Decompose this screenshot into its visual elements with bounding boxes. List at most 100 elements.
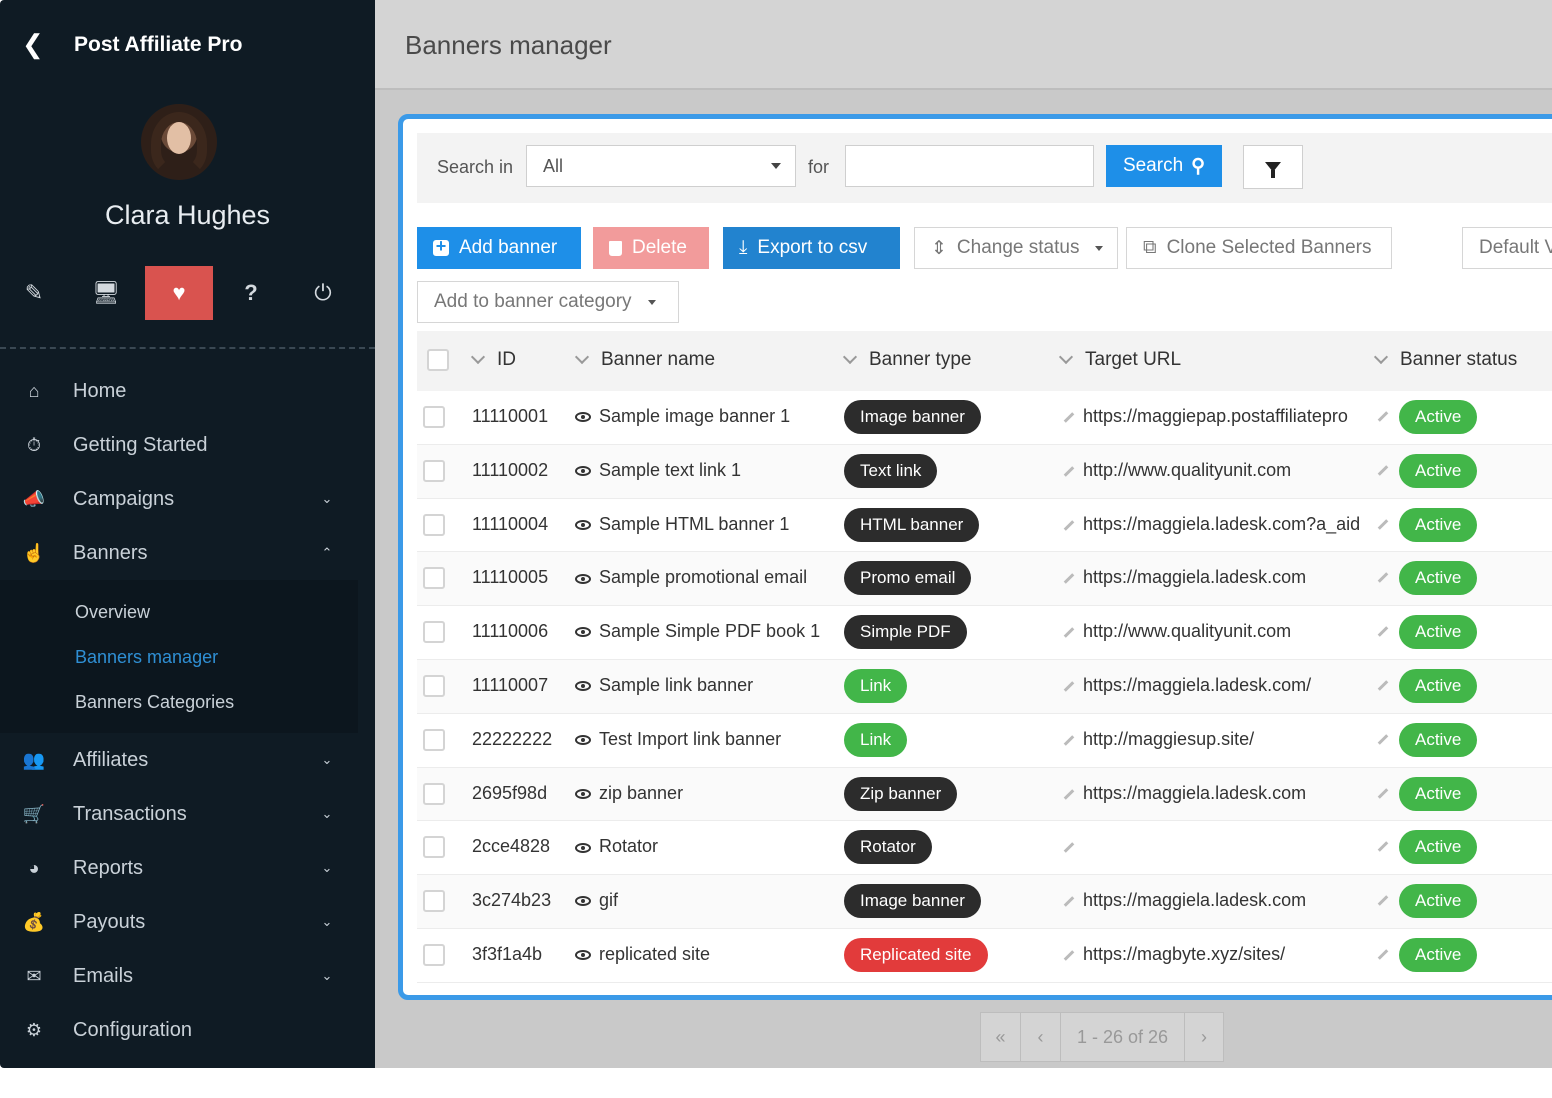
eye-icon[interactable]: [575, 412, 591, 423]
status-badge[interactable]: Active: [1399, 937, 1478, 972]
edit-url-icon[interactable]: [1063, 412, 1075, 423]
row-checkbox[interactable]: [423, 621, 445, 644]
add-banner-button[interactable]: Add banner: [417, 227, 581, 269]
search-button[interactable]: Search ⚲: [1106, 145, 1222, 187]
sidebar-subitem-overview[interactable]: Overview: [0, 590, 358, 635]
sidebar-item-configuration[interactable]: ⚙ Configuration: [0, 1003, 375, 1057]
row-checkbox[interactable]: [423, 728, 445, 751]
sidebar-item-payouts[interactable]: 💰 Payouts ⌄: [0, 895, 375, 949]
row-checkbox[interactable]: [423, 890, 445, 913]
select-all-checkbox[interactable]: [427, 349, 449, 371]
sidebar-subitem-banners-categories[interactable]: Banners Categories: [0, 680, 358, 725]
eye-icon[interactable]: [575, 842, 591, 853]
eye-icon[interactable]: [575, 627, 591, 638]
banner-name[interactable]: Sample link banner: [599, 675, 753, 695]
eye-icon[interactable]: [575, 466, 591, 477]
status-badge[interactable]: Active: [1399, 830, 1478, 865]
banner-name[interactable]: Sample Simple PDF book 1: [599, 621, 820, 641]
sidebar-item-affiliates[interactable]: 👥 Affiliates ⌄: [0, 733, 375, 787]
edit-status-icon[interactable]: [1377, 841, 1389, 853]
table-row[interactable]: 2cce4828 Rotator Rotator Active: [417, 821, 1552, 876]
eye-icon[interactable]: [575, 950, 591, 961]
table-row[interactable]: 11110004 Sample HTML banner 1 HTML banner h…: [417, 499, 1552, 553]
power-icon[interactable]: ⏻: [289, 266, 357, 320]
eye-icon[interactable]: [575, 573, 591, 584]
pencil-icon[interactable]: ✎: [0, 266, 68, 320]
table-row[interactable]: 11110006 Sample Simple PDF book 1 Simple P…: [417, 606, 1552, 660]
next-page-button[interactable]: ›: [1185, 1013, 1223, 1061]
column-banner-name[interactable]: Banner name: [574, 349, 715, 371]
edit-url-icon[interactable]: [1063, 734, 1075, 746]
help-icon[interactable]: ?: [217, 266, 285, 320]
banner-name[interactable]: Sample HTML banner 1: [599, 514, 789, 534]
eye-icon[interactable]: [575, 735, 591, 746]
edit-url-icon[interactable]: [1063, 681, 1075, 692]
sidebar-item-campaigns[interactable]: 📣 Campaigns ⌄: [0, 472, 375, 526]
status-badge[interactable]: Active: [1399, 561, 1478, 596]
row-checkbox[interactable]: [423, 836, 445, 859]
eye-icon[interactable]: [575, 681, 591, 692]
sidebar-item-transactions[interactable]: 🛒 Transactions ⌄: [0, 787, 375, 841]
eye-icon[interactable]: [575, 896, 591, 907]
sidebar-item-emails[interactable]: ✉ Emails ⌄: [0, 949, 375, 1003]
column-banner-status[interactable]: Banner status: [1373, 349, 1517, 371]
heart-pulse-icon[interactable]: ♥: [145, 266, 213, 320]
back-arrow-icon[interactable]: ❮: [22, 30, 44, 58]
status-badge[interactable]: Active: [1399, 776, 1478, 811]
delete-button[interactable]: Delete: [593, 227, 709, 269]
monitor-icon[interactable]: 🖥: [72, 266, 140, 320]
row-checkbox[interactable]: [423, 406, 445, 428]
add-to-category-dropdown[interactable]: Add to banner category: [417, 281, 679, 323]
status-badge[interactable]: Active: [1399, 668, 1478, 703]
status-badge[interactable]: Active: [1399, 884, 1478, 919]
prev-page-button[interactable]: ‹: [1021, 1013, 1061, 1061]
banner-name[interactable]: Sample promotional email: [599, 567, 807, 587]
column-target-url[interactable]: Target URL: [1058, 349, 1181, 371]
sidebar-item-reports[interactable]: ◕ Reports ⌄: [0, 841, 375, 895]
row-checkbox[interactable]: [423, 782, 445, 805]
status-badge[interactable]: Active: [1399, 507, 1478, 542]
search-input[interactable]: [845, 145, 1094, 187]
table-row[interactable]: 11110001 Sample image banner 1 Image banne…: [417, 391, 1552, 445]
edit-url-icon[interactable]: [1063, 573, 1075, 585]
change-status-dropdown[interactable]: ⇕ Change status: [914, 227, 1118, 269]
column-banner-type[interactable]: Banner type: [842, 349, 971, 371]
banner-name[interactable]: zip banner: [599, 783, 683, 803]
table-row[interactable]: 11110005 Sample promotional email Promo em…: [417, 552, 1552, 607]
row-checkbox[interactable]: [423, 674, 445, 697]
banner-name[interactable]: Sample text link 1: [599, 460, 741, 480]
table-row[interactable]: 3f3f1a4b replicated site Replicated site ht…: [417, 929, 1552, 983]
sidebar-item-getting-started[interactable]: ⏱ Getting Started: [0, 418, 375, 472]
banner-name[interactable]: gif: [599, 890, 618, 910]
default-view-dropdown[interactable]: Default V: [1462, 227, 1552, 269]
banner-name[interactable]: Rotator: [599, 836, 658, 856]
sidebar-item-banners[interactable]: ☝ Banners ⌃: [0, 526, 375, 580]
column-id[interactable]: ID: [470, 349, 516, 371]
edit-url-icon[interactable]: [1063, 950, 1075, 961]
edit-url-icon[interactable]: [1063, 519, 1075, 531]
status-badge[interactable]: Active: [1399, 453, 1478, 488]
search-scope-select[interactable]: All: [526, 145, 796, 187]
status-badge[interactable]: Active: [1399, 615, 1478, 650]
edit-url-icon[interactable]: [1063, 627, 1075, 638]
table-row[interactable]: 2695f98d zip banner Zip banner https://magg…: [417, 767, 1552, 822]
table-row[interactable]: 22222222 Test Import link banner Link http:…: [417, 714, 1552, 768]
export-csv-button[interactable]: ⤓ Export to csv: [723, 227, 900, 269]
banner-name[interactable]: replicated site: [599, 944, 710, 964]
row-checkbox[interactable]: [423, 459, 445, 482]
status-badge[interactable]: Active: [1399, 722, 1478, 757]
first-page-button[interactable]: «: [981, 1013, 1021, 1061]
row-checkbox[interactable]: [423, 567, 445, 590]
edit-url-icon[interactable]: [1063, 788, 1075, 800]
row-checkbox[interactable]: [423, 943, 445, 966]
row-checkbox[interactable]: [423, 513, 445, 536]
banner-name[interactable]: Sample image banner 1: [599, 406, 790, 426]
edit-url-icon[interactable]: [1063, 896, 1075, 907]
edit-url-icon[interactable]: [1063, 465, 1075, 477]
sidebar-item-home[interactable]: ⌂ Home: [0, 364, 375, 418]
avatar[interactable]: [141, 104, 217, 180]
eye-icon[interactable]: [575, 519, 591, 530]
table-row[interactable]: 11110002 Sample text link 1 Text link http:…: [417, 444, 1552, 499]
table-row[interactable]: 3c274b23 gif Image banner https://maggiela.…: [417, 875, 1552, 929]
banner-name[interactable]: Test Import link banner: [599, 729, 781, 749]
